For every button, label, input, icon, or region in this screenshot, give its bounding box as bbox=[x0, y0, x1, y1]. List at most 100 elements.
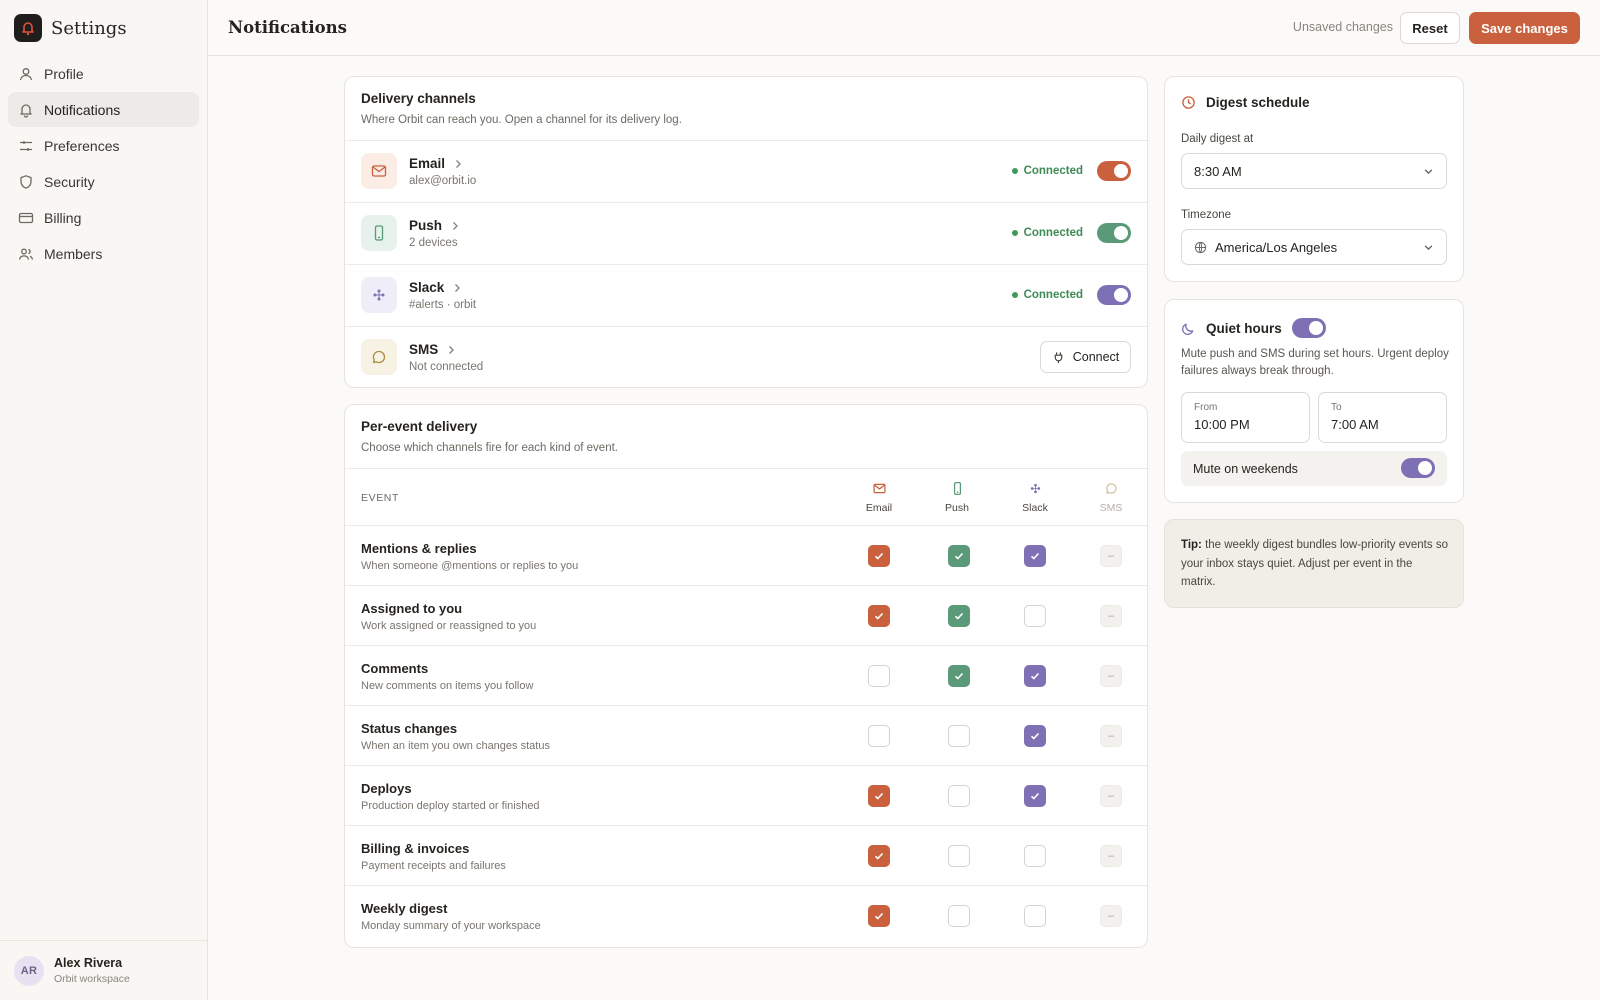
brand: Settings bbox=[14, 14, 127, 42]
channel-row-slack[interactable]: Slack #alerts · orbit Connected bbox=[345, 264, 1147, 326]
credit-card-icon bbox=[18, 212, 34, 223]
tip-text: Tip: the weekly digest bundles low-prior… bbox=[1181, 539, 1448, 588]
push-checkbox[interactable] bbox=[948, 905, 970, 927]
channel-name: Slack bbox=[409, 280, 445, 295]
quiet-from-field[interactable]: From 10:00 PM bbox=[1181, 392, 1310, 443]
phone-icon bbox=[953, 482, 961, 495]
slack-toggle[interactable] bbox=[1097, 285, 1131, 305]
email-checkbox[interactable] bbox=[868, 605, 890, 627]
push-checkbox[interactable] bbox=[948, 605, 970, 627]
card-title: Quiet hours bbox=[1206, 320, 1282, 336]
slack-checkbox[interactable] bbox=[1024, 665, 1046, 687]
status-dot-icon bbox=[1011, 230, 1018, 236]
sms-checkbox-disabled: – bbox=[1100, 725, 1122, 747]
chevron-down-icon bbox=[1424, 169, 1433, 175]
sms-checkbox-disabled: – bbox=[1100, 785, 1122, 807]
email-checkbox[interactable] bbox=[868, 545, 890, 567]
sidebar-nav: Profile Notifications Preferences Securi… bbox=[8, 56, 199, 272]
event-description: When someone @mentions or replies to you bbox=[361, 560, 579, 572]
chevron-right-icon bbox=[449, 345, 455, 354]
column-header-sms: SMS bbox=[1081, 481, 1141, 514]
check-icon bbox=[874, 792, 884, 800]
quiet-hours-toggle[interactable] bbox=[1291, 318, 1326, 338]
push-checkbox[interactable] bbox=[948, 665, 970, 687]
push-checkbox[interactable] bbox=[948, 545, 970, 567]
connect-sms-button[interactable]: Connect bbox=[1040, 341, 1131, 373]
sidebar-item-billing[interactable]: Billing bbox=[8, 200, 199, 235]
email-toggle[interactable] bbox=[1097, 161, 1131, 181]
workspace-name: Orbit workspace bbox=[54, 973, 130, 985]
column-header-push: Push bbox=[927, 481, 987, 514]
event-description: When an item you own changes status bbox=[361, 740, 550, 752]
card-title: Delivery channels bbox=[361, 91, 476, 106]
sidebar-item-label: Security bbox=[44, 173, 95, 190]
push-checkbox[interactable] bbox=[948, 785, 970, 807]
mute-weekends-label: Mute on weekends bbox=[1193, 461, 1298, 476]
email-checkbox[interactable] bbox=[868, 905, 890, 927]
slack-checkbox[interactable] bbox=[1024, 725, 1046, 747]
timezone-select[interactable]: America/Los Angeles bbox=[1181, 229, 1447, 265]
status-badge: Connected bbox=[1011, 289, 1083, 301]
table-row: Billing & invoices Payment receipts and f… bbox=[345, 826, 1147, 886]
check-icon bbox=[874, 852, 884, 860]
channel-row-email[interactable]: Email alex@orbit.io Connected bbox=[345, 140, 1147, 202]
event-name: Assigned to you bbox=[361, 601, 463, 616]
check-icon bbox=[1030, 672, 1040, 680]
sms-checkbox-disabled: – bbox=[1100, 905, 1122, 927]
email-checkbox[interactable] bbox=[868, 845, 890, 867]
slack-icon bbox=[1030, 483, 1040, 494]
push-toggle[interactable] bbox=[1097, 223, 1131, 243]
slack-checkbox[interactable] bbox=[1024, 845, 1046, 867]
phone-icon bbox=[361, 215, 397, 251]
daily-digest-select[interactable]: 8:30 AM bbox=[1181, 153, 1447, 189]
event-name: Mentions & replies bbox=[361, 541, 477, 556]
sidebar-item-members[interactable]: Members bbox=[8, 236, 199, 271]
sidebar-item-preferences[interactable]: Preferences bbox=[8, 128, 199, 163]
event-description: Work assigned or reassigned to you bbox=[361, 620, 537, 632]
slack-checkbox[interactable] bbox=[1024, 545, 1046, 567]
user-account[interactable]: AR Alex Rivera Orbit workspace bbox=[0, 940, 207, 1000]
page-title: Notifications bbox=[228, 18, 347, 37]
reset-button[interactable]: Reset bbox=[1400, 12, 1460, 44]
user-icon bbox=[19, 67, 33, 80]
push-checkbox[interactable] bbox=[948, 845, 970, 867]
channel-detail: Not connected bbox=[409, 361, 484, 373]
bell-logo-icon bbox=[14, 14, 42, 42]
unsaved-indicator: Unsaved changes bbox=[1292, 20, 1393, 34]
sliders-icon bbox=[20, 140, 32, 151]
email-checkbox[interactable] bbox=[868, 725, 890, 747]
check-icon bbox=[1030, 792, 1040, 800]
table-row: Weekly digest Monday summary of your work… bbox=[345, 886, 1147, 946]
sidebar-item-profile[interactable]: Profile bbox=[8, 56, 199, 91]
slack-checkbox[interactable] bbox=[1024, 785, 1046, 807]
sidebar-item-label: Members bbox=[44, 245, 103, 262]
matrix-header: EVENT Email Push Slack SMS bbox=[345, 468, 1147, 526]
quiet-to-field[interactable]: To 7:00 AM bbox=[1318, 392, 1447, 443]
push-checkbox[interactable] bbox=[948, 725, 970, 747]
save-button[interactable]: Save changes bbox=[1469, 12, 1580, 44]
chevron-down-icon bbox=[1424, 245, 1433, 251]
email-checkbox[interactable] bbox=[868, 785, 890, 807]
channel-name: Email bbox=[409, 156, 446, 171]
check-icon bbox=[874, 552, 884, 560]
timezone-label: Timezone bbox=[1181, 209, 1232, 221]
channel-row-push[interactable]: Push 2 devices Connected bbox=[345, 202, 1147, 264]
sidebar-item-security[interactable]: Security bbox=[8, 164, 199, 199]
email-checkbox[interactable] bbox=[868, 665, 890, 687]
channel-row-sms[interactable]: SMS Not connected Connect bbox=[345, 326, 1147, 387]
card-subtitle: Choose which channels fire for each kind… bbox=[361, 442, 618, 454]
event-description: Production deploy started or finished bbox=[361, 800, 540, 812]
sms-checkbox-disabled: – bbox=[1100, 545, 1122, 567]
mail-icon bbox=[872, 483, 886, 494]
chevron-right-icon bbox=[453, 221, 459, 230]
slack-checkbox[interactable] bbox=[1024, 905, 1046, 927]
matrix-rows: Mentions & replies When someone @mentions… bbox=[345, 526, 1147, 946]
slack-checkbox[interactable] bbox=[1024, 605, 1046, 627]
card-subtitle: Where Orbit can reach you. Open a channe… bbox=[361, 114, 682, 126]
chevron-right-icon bbox=[455, 283, 461, 292]
channel-name: Push bbox=[409, 218, 443, 233]
mute-weekends-toggle[interactable] bbox=[1401, 458, 1435, 478]
event-name: Status changes bbox=[361, 721, 458, 736]
sidebar-item-notifications[interactable]: Notifications bbox=[8, 92, 199, 127]
status-dot-icon bbox=[1011, 292, 1018, 298]
